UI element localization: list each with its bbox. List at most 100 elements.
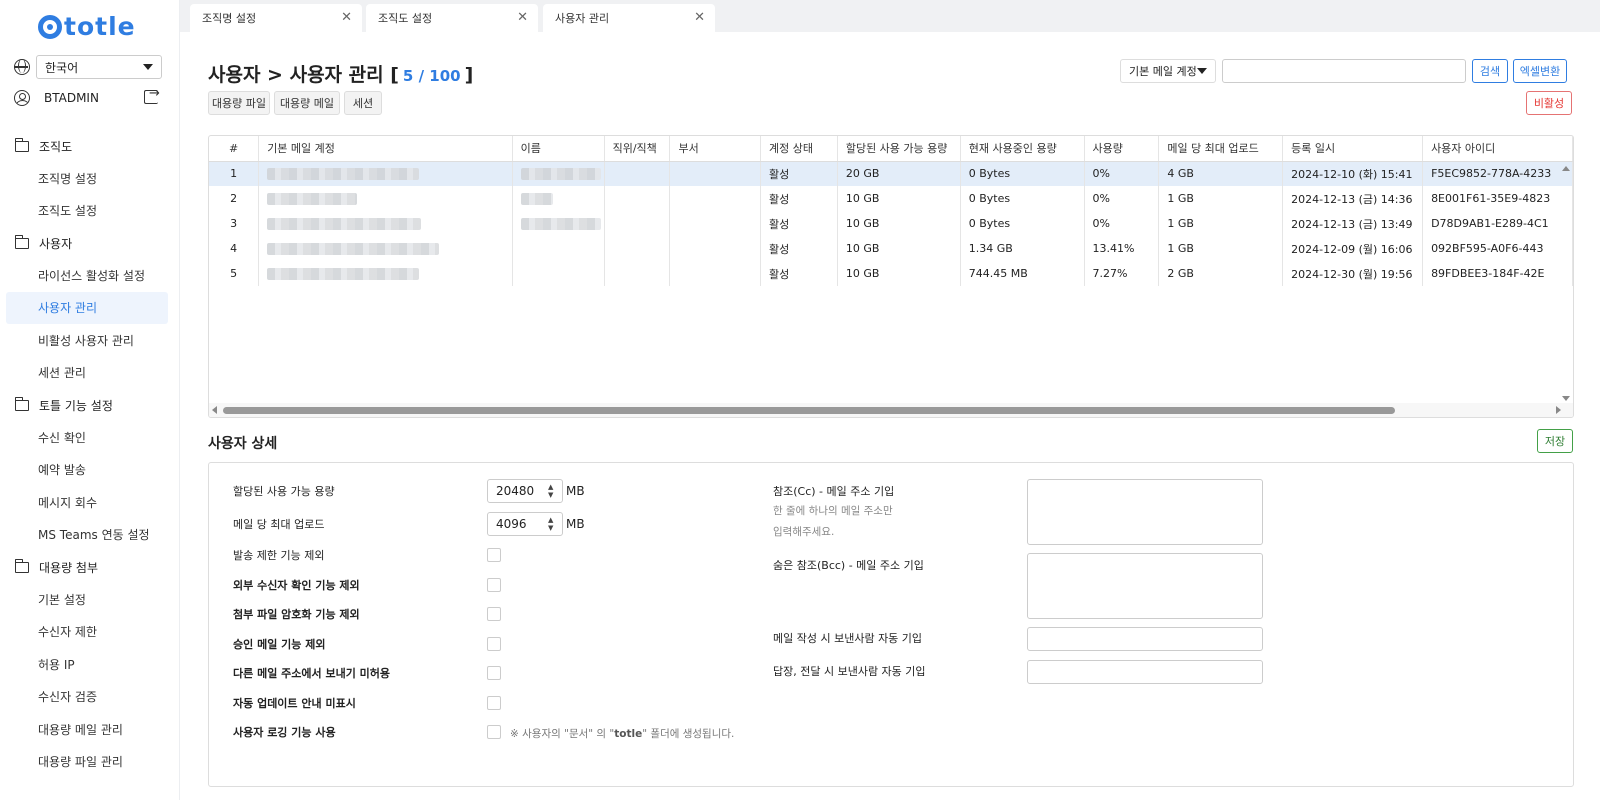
email-cell [258,236,513,261]
sidebar-group[interactable]: 토틀 기능 설정 [0,389,180,421]
save-button[interactable]: 저장 [1537,429,1573,453]
quota-cell: 10 GB [837,211,961,236]
search-button[interactable]: 검색 [1472,59,1508,83]
sidebar-item[interactable]: 허용 IP [0,648,180,681]
table-row[interactable]: 5 활성 10 GB 744.45 MB 7.27% 2 GB 2024-12-30 (월)… [209,261,1573,286]
option-checkbox[interactable] [487,725,501,739]
totle-logo[interactable]: totle [38,12,136,41]
bulk-file-button[interactable]: 대용량 파일 [208,91,270,115]
table-row[interactable]: 3 활성 10 GB 0 Bytes 0% 1 GB 2024-12-13 (금) 13:4… [209,211,1573,236]
sidebar-item[interactable]: 사용자 관리 [6,291,168,324]
email-cell [258,186,513,211]
sidebar-item[interactable]: 대용량 파일 관리 [0,746,180,779]
user-detail-panel: 할당된 사용 가능 용량 20480 ▲ ▼ MB 메일 당 최대 업로드 409… [208,462,1574,787]
option-checkbox[interactable] [487,548,501,562]
option-checkbox[interactable] [487,636,501,651]
scrollbar-thumb[interactable] [223,407,1395,414]
option-checkbox[interactable] [487,577,501,592]
scroll-up-icon[interactable] [1562,166,1570,171]
excel-export-button[interactable]: 엑셀변환 [1513,59,1567,83]
column-header[interactable]: # [209,136,260,162]
option-label: 사용자 로깅 기능 사용 [233,726,336,739]
row-number: 1 [209,161,260,186]
horizontal-scrollbar[interactable] [209,403,1573,417]
column-header[interactable]: 등록 일시 [1282,136,1424,162]
option-checkbox[interactable] [487,607,501,621]
column-header[interactable]: 현재 사용중인 용량 [960,136,1085,162]
column-header[interactable]: 부서 [669,136,762,162]
logout-icon[interactable] [144,86,160,104]
redacted-text [267,193,358,205]
table-row[interactable]: 1 활성 20 GB 0 Bytes 0% 4 GB 2024-12-10 (화) 15:4… [209,161,1573,186]
column-header[interactable]: 사용량 [1084,136,1160,162]
stepper-arrows-icon[interactable]: ▲ ▼ [548,483,556,499]
column-header[interactable]: 메일 당 최대 업로드 [1158,136,1284,162]
close-icon[interactable]: ✕ [694,10,705,25]
language-select[interactable]: 한국어 [36,55,162,79]
sidebar-item[interactable]: 수신 확인 [0,421,180,454]
option-label: 다른 메일 주소에서 보내기 미허용 [233,667,390,680]
auto-sender-compose-input[interactable] [1027,627,1263,651]
sidebar-item[interactable]: 예약 발송 [0,454,180,487]
sidebar-group[interactable]: 조직도 [0,130,180,162]
sidebar: totle 한국어 BTADMIN 조직도조직명 설정조직도 설정사용자라이선스… [0,0,180,800]
sidebar-item[interactable]: 수신자 검증 [0,681,180,714]
sidebar-item[interactable]: MS Teams 연동 설정 [0,519,180,552]
sidebar-group-label: 사용자 [39,236,73,251]
max-upload-stepper[interactable]: 4096 ▲ ▼ [487,512,563,536]
column-header[interactable]: 할당된 사용 가능 용량 [837,136,961,162]
column-header[interactable]: 계정 상태 [760,136,838,162]
column-header[interactable]: 이름 [512,136,605,162]
redacted-text [267,268,420,280]
quota-stepper[interactable]: 20480 ▲ ▼ [487,479,563,503]
column-header[interactable]: 사용자 아이디 [1422,136,1573,162]
column-header[interactable]: 기본 메일 계정 [258,136,513,162]
tab-org-name[interactable]: 조직명 설정 ✕ [190,4,362,32]
stepper-arrows-icon[interactable]: ▲ ▼ [548,516,556,532]
option-label: 첨부 파일 암호화 기능 제외 [233,608,360,621]
close-icon[interactable]: ✕ [341,10,352,25]
scroll-left-icon[interactable] [212,406,217,414]
sidebar-item[interactable]: 비활성 사용자 관리 [0,324,180,357]
sidebar-item[interactable]: 세션 관리 [0,357,180,390]
bulk-mail-button[interactable]: 대용량 메일 [274,91,340,115]
scroll-down-icon[interactable] [1562,396,1570,401]
redacted-text [520,168,601,181]
tab-user-management[interactable]: 사용자 관리 ✕ [543,4,715,32]
page-title: 사용자 > 사용자 관리 [ 5 / 100 ] [208,60,473,87]
position-cell [604,186,671,211]
close-icon[interactable]: ✕ [517,10,528,25]
sidebar-item[interactable]: 메시지 회수 [0,486,180,519]
search-field-select[interactable]: 기본 메일 계정 [1120,59,1216,83]
column-header[interactable]: 직위/직책 [604,136,671,162]
user-id-cell: 89FDBEE3-184F-42E [1422,261,1573,286]
bcc-textarea[interactable] [1027,553,1263,619]
sidebar-group[interactable]: 대용량 첨부 [0,551,180,583]
search-input[interactable] [1222,59,1466,83]
chevron-down-icon [143,64,153,70]
registered-cell: 2024-12-13 (금) 13:49 [1282,211,1424,236]
sidebar-item[interactable]: 수신자 제한 [0,616,180,649]
option-checkbox[interactable] [487,695,501,710]
sidebar-group[interactable]: 사용자 [0,227,180,259]
scroll-right-icon[interactable] [1556,406,1561,414]
option-checkbox[interactable] [487,666,501,680]
table-row[interactable]: 4 활성 10 GB 1.34 GB 13.41% 1 GB 2024-12-09 (월) … [209,236,1573,261]
tab-org-chart[interactable]: 조직도 설정 ✕ [366,4,538,32]
option-label: 외부 수신자 확인 기능 제외 [233,578,360,592]
quota-cell: 10 GB [837,261,961,286]
sidebar-item[interactable]: 조직도 설정 [0,195,180,228]
deactivate-button[interactable]: 비활성 [1526,91,1572,115]
language-row: 한국어 [14,55,162,79]
session-button[interactable]: 세션 [344,91,382,115]
sidebar-item[interactable]: 기본 설정 [0,583,180,616]
sidebar-item[interactable]: 조직명 설정 [0,162,180,195]
sidebar-item[interactable]: 라이선스 활성화 설정 [0,259,180,292]
redacted-text [267,168,420,181]
sidebar-item[interactable]: 대용량 메일 관리 [0,713,180,746]
table-row[interactable]: 2 활성 10 GB 0 Bytes 0% 1 GB 2024-12-13 (금) 14:3… [209,186,1573,211]
auto-sender-reply-input[interactable] [1027,660,1263,684]
usage-cell: 7.27% [1084,261,1160,286]
auto-sender-compose-label: 메일 작성 시 보낸사람 자동 기입 [773,632,923,645]
cc-textarea[interactable] [1027,479,1263,545]
